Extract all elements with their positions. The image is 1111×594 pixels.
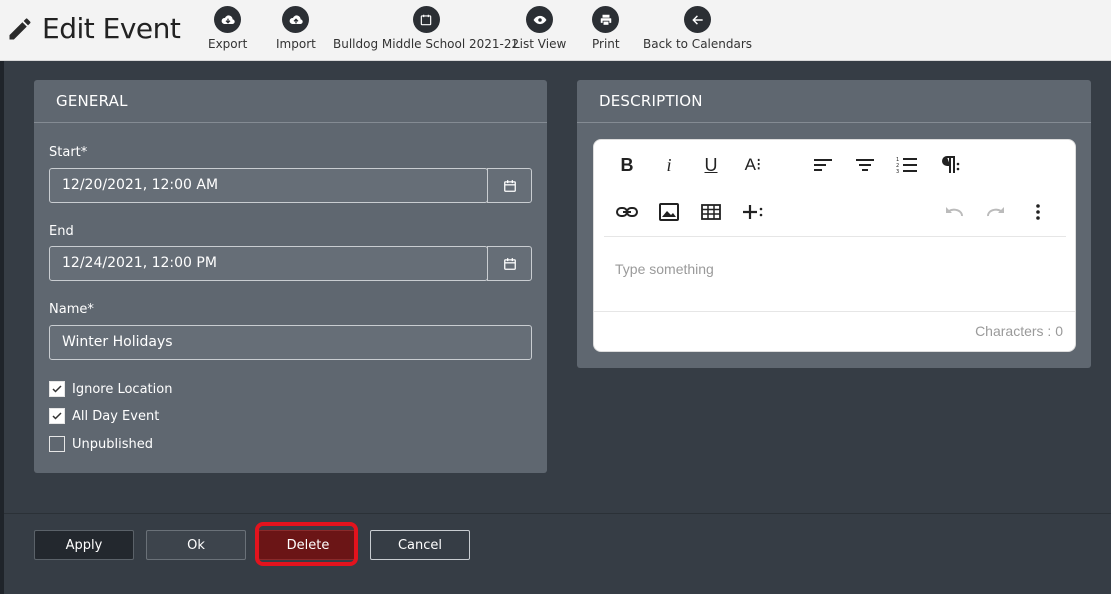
rich-text-editor[interactable]: B i U A⁝ 123 Type something Characters:… [593, 139, 1076, 352]
unpublished-label: Unpublished [72, 436, 153, 452]
table-icon[interactable] [697, 198, 725, 226]
header-bar: Edit Event Export Import Bulldog Middle … [0, 0, 1111, 61]
italic-icon[interactable]: i [655, 151, 683, 179]
footer-divider [4, 513, 1111, 514]
bold-icon[interactable]: B [613, 151, 641, 179]
description-panel: DESCRIPTION B i U A⁝ 123 Type something … [577, 80, 1091, 368]
ignore-location-label: Ignore Location [72, 381, 173, 397]
calendar-icon [412, 6, 440, 33]
calendar-label: Bulldog Middle School 2021-22 [333, 37, 520, 51]
underline-glyph: U [704, 154, 718, 175]
general-heading: GENERAL [34, 80, 547, 123]
align-center-icon[interactable] [851, 151, 879, 179]
character-count: Characters : 0 [975, 323, 1063, 339]
image-icon[interactable] [655, 198, 683, 226]
editor-toolbar-divider [604, 236, 1066, 237]
all-day-event-checkbox-row[interactable]: All Day Event [49, 408, 159, 424]
apply-button[interactable]: Apply [34, 530, 134, 560]
calendar-icon [503, 257, 516, 270]
description-heading: DESCRIPTION [577, 80, 1091, 123]
underline-icon[interactable]: U [697, 151, 725, 179]
import-button[interactable]: Import [276, 6, 316, 51]
bold-glyph: B [620, 154, 634, 175]
end-calendar-button[interactable] [487, 246, 532, 281]
editor-footer-divider [594, 311, 1075, 312]
insert-icon[interactable] [739, 198, 767, 226]
start-label: Start* [49, 145, 88, 160]
link-icon[interactable] [613, 198, 641, 226]
page-title: Edit Event [42, 12, 181, 45]
svg-text:3: 3 [896, 169, 899, 174]
back-label: Back to Calendars [643, 37, 753, 51]
italic-glyph: i [666, 154, 672, 175]
unpublished-checkbox-row[interactable]: Unpublished [49, 436, 153, 452]
all-day-event-checkbox[interactable] [49, 408, 65, 424]
printer-icon [592, 6, 620, 33]
cloud-download-icon [214, 6, 242, 33]
end-input[interactable]: 12/24/2021, 12:00 PM [49, 246, 488, 281]
print-label: Print [592, 37, 620, 51]
list-view-label: List View [513, 37, 567, 51]
redo-icon[interactable] [982, 198, 1010, 226]
unpublished-checkbox[interactable] [49, 436, 65, 452]
eye-icon [526, 6, 554, 33]
paragraph-icon[interactable] [935, 151, 963, 179]
name-input[interactable]: Winter Holidays [49, 325, 532, 360]
end-label: End [49, 224, 74, 239]
cancel-button[interactable]: Cancel [370, 530, 470, 560]
editor-placeholder[interactable]: Type something [615, 261, 714, 277]
export-button[interactable]: Export [208, 6, 247, 51]
delete-button[interactable]: Delete [258, 530, 358, 560]
more-icon[interactable] [1024, 198, 1052, 226]
import-label: Import [276, 37, 316, 51]
cloud-upload-icon [282, 6, 310, 33]
general-panel: GENERAL Start* 12/20/2021, 12:00 AM End … [34, 80, 547, 473]
list-view-button[interactable]: List View [513, 6, 566, 51]
start-calendar-button[interactable] [487, 168, 532, 203]
pencil-icon [9, 17, 31, 39]
check-icon [52, 412, 62, 420]
back-to-calendars-button[interactable]: Back to Calendars [643, 6, 752, 51]
calendar-select-button[interactable]: Bulldog Middle School 2021-22 [333, 6, 519, 51]
all-day-event-label: All Day Event [72, 408, 160, 424]
ignore-location-checkbox-row[interactable]: Ignore Location [49, 381, 172, 397]
ignore-location-checkbox[interactable] [49, 381, 65, 397]
undo-icon[interactable] [940, 198, 968, 226]
ordered-list-icon[interactable]: 123 [893, 151, 921, 179]
export-label: Export [208, 37, 248, 51]
ok-button[interactable]: Ok [146, 530, 246, 560]
arrow-left-icon [684, 6, 712, 33]
print-button[interactable]: Print [592, 6, 620, 51]
font-size-icon[interactable]: A⁝ [739, 151, 767, 179]
left-rail [0, 61, 4, 594]
check-icon [52, 385, 62, 393]
font-size-glyph: A⁝ [744, 155, 762, 174]
calendar-icon [503, 179, 516, 192]
name-label: Name* [49, 302, 94, 317]
start-input[interactable]: 12/20/2021, 12:00 AM [49, 168, 488, 203]
align-left-icon[interactable] [809, 151, 837, 179]
title-wrap: Edit Event [6, 12, 181, 45]
